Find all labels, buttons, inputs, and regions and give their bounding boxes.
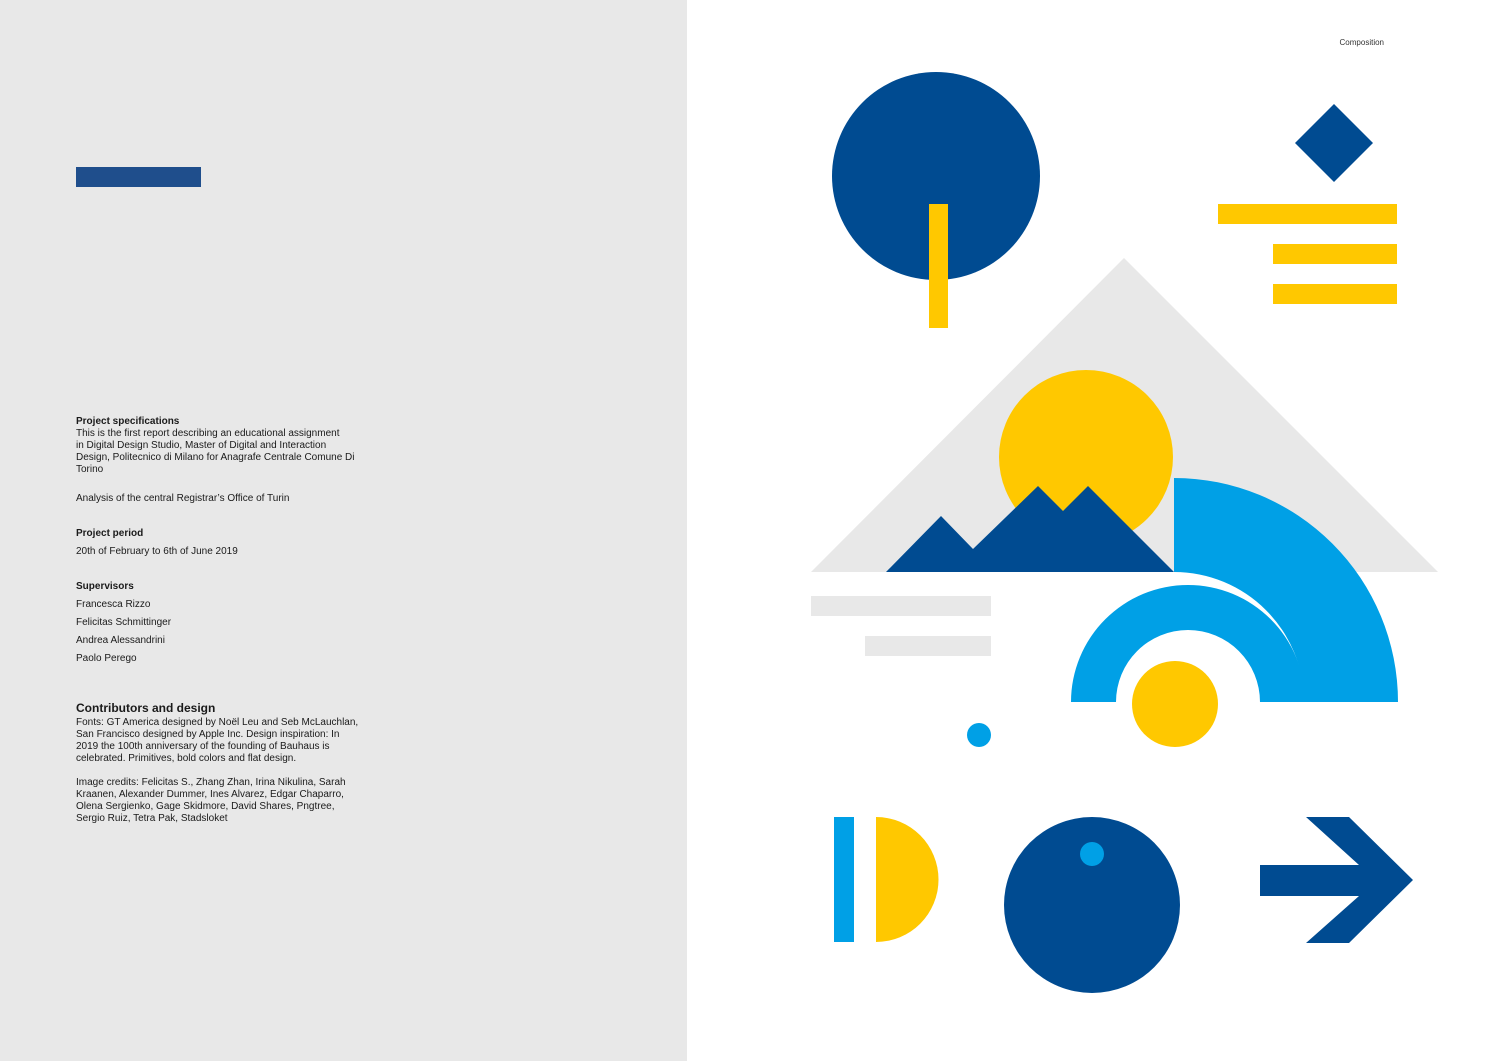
period-text: 20th of February to 6th of June 2019 — [76, 546, 238, 557]
accent-bar — [76, 167, 201, 187]
yellow-stripe — [1273, 244, 1397, 264]
project-specifications-section: Project specifications This is the first… — [76, 416, 376, 476]
letter-d-stem — [834, 817, 854, 942]
period-heading: Project period — [76, 528, 144, 539]
supervisor-name: Andrea Alessandrini — [76, 635, 165, 646]
analysis-text: Analysis of the central Registrar’s Offi… — [76, 493, 290, 504]
gray-stripe — [811, 596, 991, 616]
left-page: Project specifications This is the first… — [0, 0, 687, 1061]
bauhaus-composition — [811, 72, 1438, 993]
contributors-heading: Contributors and design — [76, 701, 216, 715]
supervisor-name: Felicitas Schmittinger — [76, 617, 172, 628]
yellow-stripe — [1273, 284, 1397, 304]
supervisor-name: Francesca Rizzo — [76, 599, 151, 610]
fonts-text: Fonts: GT America designed by Noël Leu a… — [76, 717, 359, 764]
supervisor-name: Paolo Perego — [76, 653, 137, 664]
blue-ball-highlight — [1080, 842, 1104, 866]
yellow-dot — [1132, 661, 1218, 747]
credits-text: Image credits: Felicitas S., Zhang Zhan,… — [76, 777, 346, 824]
contributors-section: Contributors and design Fonts: GT Americ… — [76, 701, 376, 825]
supervisors-heading: Supervisors — [76, 581, 134, 592]
supervisors-section: Supervisors Francesca Rizzo Felicitas Sc… — [76, 581, 376, 665]
letter-d-bowl — [876, 817, 939, 942]
analysis-section: Analysis of the central Registrar’s Offi… — [76, 493, 376, 505]
spec-heading: Project specifications — [76, 416, 180, 427]
gray-stripe — [865, 636, 991, 656]
diamond — [1295, 104, 1373, 182]
spec-text: This is the first report describing an e… — [76, 428, 355, 475]
document-spread: Project specifications This is the first… — [0, 0, 1500, 1061]
yellow-stripe — [1218, 204, 1397, 224]
project-period-section: Project period 20th of February to 6th o… — [76, 528, 376, 558]
right-page: Composition — [687, 0, 1500, 1061]
tree-trunk — [929, 204, 948, 328]
small-blue-dot — [967, 723, 991, 747]
arrow-icon — [1260, 817, 1413, 943]
